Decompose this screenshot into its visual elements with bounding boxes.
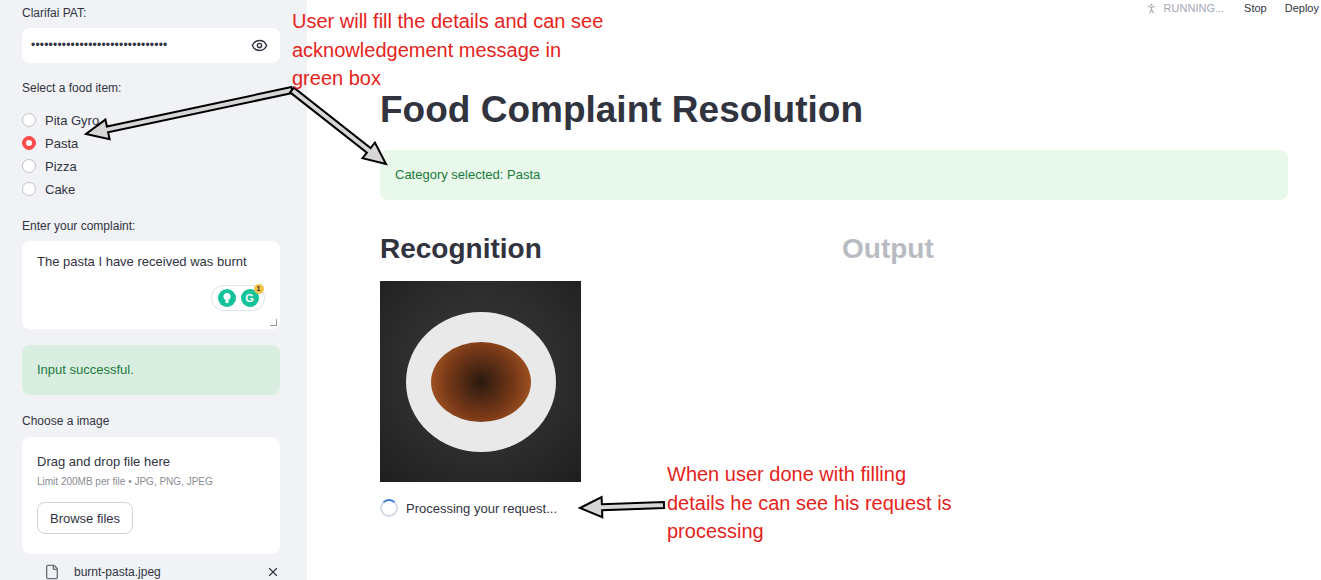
radio-mark[interactable] xyxy=(22,136,36,150)
column-title: Recognition xyxy=(380,232,826,266)
main-content: RUNNING... Stop Deploy Food Complaint Resol… xyxy=(307,0,1321,580)
eye-icon[interactable] xyxy=(251,37,268,54)
header-button[interactable]: Deploy xyxy=(1285,2,1319,14)
spinner-text: Processing your request... xyxy=(406,501,557,516)
annotation-line: green box xyxy=(292,64,603,93)
pat-value: ••••••••••••••••••••••••••••••• xyxy=(31,38,243,52)
running-man-icon xyxy=(1145,2,1158,15)
columns: Recognition Processing your request... Out… xyxy=(380,232,1288,517)
uploaded-file: burnt-pasta.jpeg xyxy=(22,564,280,580)
file-icon xyxy=(44,564,60,580)
annotation-note: User will fill the details and can seeac… xyxy=(292,7,603,93)
complaint-label: Enter your complaint: xyxy=(22,219,280,233)
spinner-icon xyxy=(380,499,398,517)
food-label: Select a food item: xyxy=(22,81,280,95)
pat-label: Clarifai PAT: xyxy=(22,6,280,20)
food-radio[interactable]: Pasta xyxy=(22,132,280,155)
food-radio[interactable]: Pita Gyro xyxy=(22,109,280,132)
column: Recognition Processing your request... xyxy=(380,232,826,517)
arrow-to-info-icon xyxy=(290,88,386,164)
bulb-icon[interactable] xyxy=(218,289,236,307)
complaint-textarea[interactable]: The pasta I have received was burnt G1 xyxy=(22,241,280,330)
pat-input[interactable]: ••••••••••••••••••••••••••••••• xyxy=(22,28,280,63)
status-text: RUNNING... xyxy=(1164,2,1225,14)
success-alert: Input successful. xyxy=(22,345,280,395)
column-title: Output xyxy=(842,232,1288,266)
annotation-line: details he can see his request is xyxy=(667,489,952,518)
annotation-line: acknowledgement message in xyxy=(292,36,603,65)
grammarly-logo[interactable]: G1 xyxy=(241,289,259,307)
spinner-row: Processing your request... xyxy=(380,499,826,517)
remove-icon[interactable] xyxy=(266,565,280,579)
radio-dot xyxy=(26,140,32,146)
radio-label: Cake xyxy=(45,182,75,197)
annotation-note: When user done with fillingdetails he ca… xyxy=(667,460,952,546)
dropzone-title: Drag and drop file here xyxy=(37,454,170,470)
page-title: Food Complaint Resolution xyxy=(380,88,1288,132)
file-dropzone[interactable]: Drag and drop file here Limit 200MB per f… xyxy=(22,437,280,554)
running-status: RUNNING... xyxy=(1145,2,1225,15)
header-button[interactable]: Stop xyxy=(1244,2,1267,14)
radio-mark[interactable] xyxy=(22,159,36,173)
file-name: burnt-pasta.jpeg xyxy=(74,565,252,579)
annotation-line: User will fill the details and can see xyxy=(292,7,603,36)
radio-label: Pasta xyxy=(45,136,78,151)
uploader-label: Choose a image xyxy=(22,414,280,428)
browse-button[interactable]: Browse files xyxy=(37,502,133,534)
lightbulb-icon xyxy=(222,292,232,304)
grammarly-count: 1 xyxy=(254,284,264,294)
radio-label: Pizza xyxy=(45,159,77,174)
food-photo xyxy=(380,281,581,482)
annotation-line: When user done with filling xyxy=(667,460,952,489)
category-info: Category selected: Pasta xyxy=(380,150,1288,200)
food-radio[interactable]: Cake xyxy=(22,178,280,201)
sidebar: Clarifai PAT: •••••••••••••••••••••••••••… xyxy=(0,0,307,580)
complaint-value: The pasta I have received was burnt xyxy=(37,254,247,269)
radio-mark[interactable] xyxy=(22,113,36,127)
app-window: Clarifai PAT: •••••••••••••••••••••••••••… xyxy=(0,0,1321,580)
food-radio-group: Pita Gyro Pasta Pizza Cake xyxy=(22,109,280,201)
food-radio[interactable]: Pizza xyxy=(22,155,280,178)
annotation-line: processing xyxy=(667,517,952,546)
arrow-to-spinner-icon xyxy=(580,497,664,517)
pasta xyxy=(431,342,531,422)
column: Output xyxy=(842,232,1288,517)
dropzone-hint: Limit 200MB per file • JPG, PNG, JPEG xyxy=(37,476,213,488)
radio-mark[interactable] xyxy=(22,182,36,196)
top-bar: RUNNING... Stop Deploy xyxy=(380,0,1321,16)
plate xyxy=(406,312,556,452)
annotation-arrows xyxy=(0,0,1321,580)
arrow-to-radio-icon xyxy=(86,87,293,139)
grammarly-widget[interactable]: G1 xyxy=(212,286,264,310)
resize-handle-icon[interactable] xyxy=(270,319,277,326)
radio-label: Pita Gyro xyxy=(45,113,99,128)
